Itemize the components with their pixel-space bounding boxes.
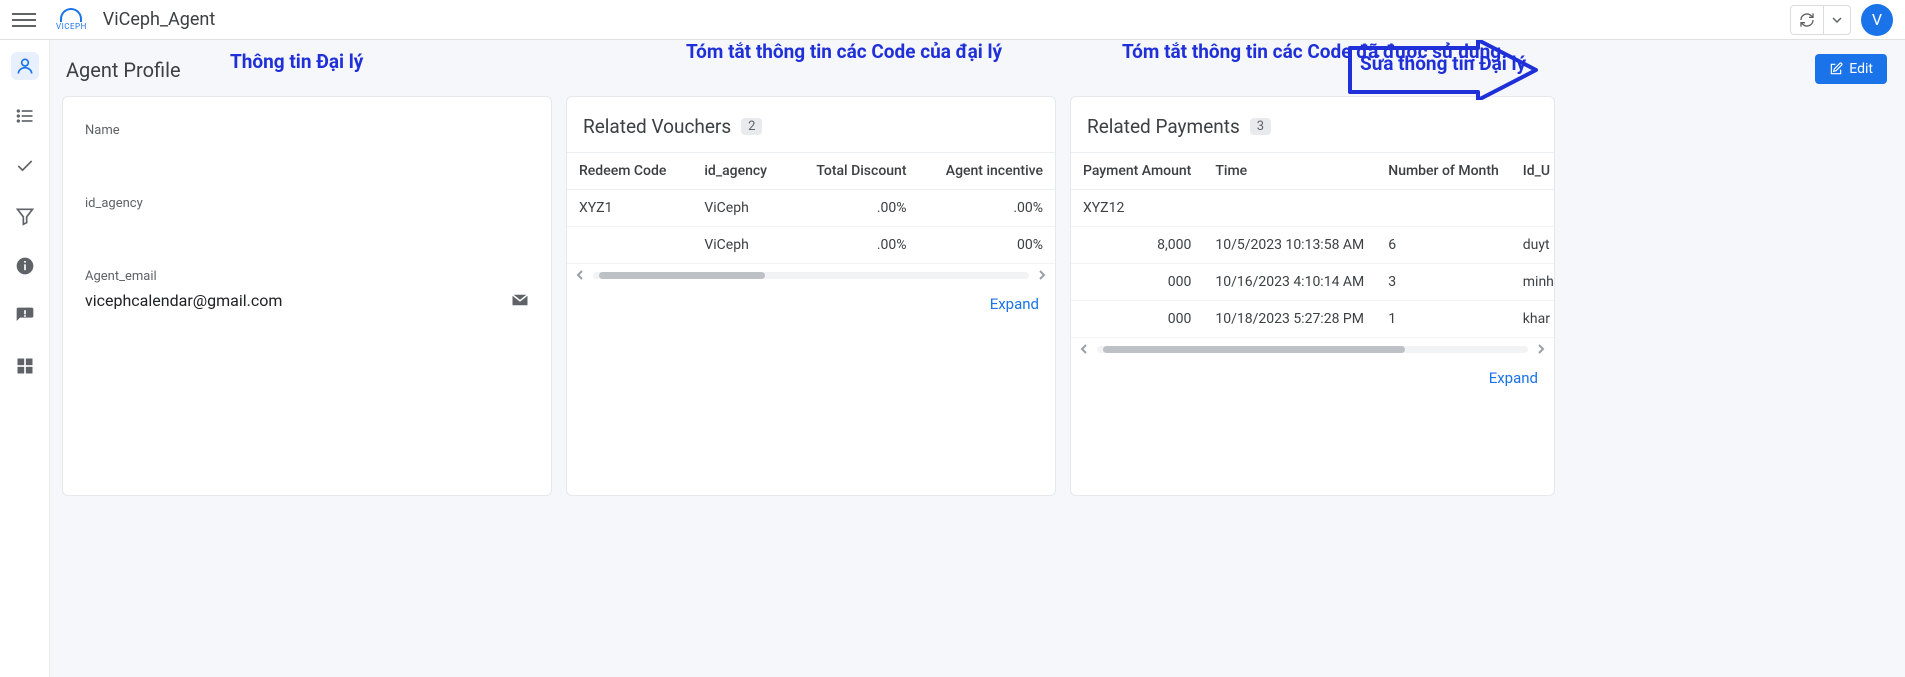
table-row[interactable]: XYZ12 <box>1071 190 1554 227</box>
id-agency-label: id_agency <box>85 196 529 211</box>
cell-months: 1 <box>1376 301 1511 338</box>
cell-amount: 000 <box>1071 264 1203 301</box>
table-row[interactable]: 8,000 10/5/2023 10:13:58 AM 6 duyt <box>1071 227 1554 264</box>
th-num-month[interactable]: Number of Month <box>1376 153 1511 190</box>
table-row[interactable]: ViCeph .00% 00% <box>567 227 1055 264</box>
main-content: Thông tin Đại lý Tóm tắt thông tin các C… <box>50 40 1905 677</box>
avatar-initial: V <box>1872 10 1882 29</box>
th-time[interactable]: Time <box>1203 153 1376 190</box>
filter-icon <box>15 206 35 226</box>
cell-code <box>567 227 692 264</box>
th-redeem-code[interactable]: Redeem Code <box>567 153 692 190</box>
email-label: Agent_email <box>85 269 529 284</box>
nav-check[interactable] <box>11 152 39 180</box>
cell-amount: 000 <box>1071 301 1203 338</box>
th-payment-amount[interactable]: Payment Amount <box>1071 153 1203 190</box>
cell-idu <box>1511 190 1554 227</box>
cell-agency: ViCeph <box>692 190 790 227</box>
cell-idu: khar <box>1511 301 1554 338</box>
nav-feedback[interactable] <box>11 302 39 330</box>
check-icon <box>15 156 35 176</box>
cell-amount: XYZ12 <box>1071 190 1203 227</box>
cell-idu: duyt <box>1511 227 1554 264</box>
cell-code: XYZ1 <box>567 190 692 227</box>
vouchers-count-badge: 2 <box>741 118 762 135</box>
cell-agency: ViCeph <box>692 227 790 264</box>
cell-time: 10/16/2023 4:10:14 AM <box>1203 264 1376 301</box>
edit-button-label: Edit <box>1849 61 1873 77</box>
side-navigation <box>0 40 50 677</box>
cell-incentive: .00% <box>919 190 1056 227</box>
payments-count-badge: 3 <box>1250 118 1271 135</box>
nav-apps[interactable] <box>11 352 39 380</box>
page-title: Agent Profile <box>66 58 181 82</box>
sync-button-group <box>1790 5 1851 35</box>
email-value: vicephcalendar@gmail.com <box>85 291 282 310</box>
chevron-right-icon <box>1536 344 1546 354</box>
chevron-left-icon <box>575 270 585 280</box>
cell-discount: .00% <box>790 190 919 227</box>
vouchers-expand-link[interactable]: Expand <box>990 295 1039 313</box>
nav-filter[interactable] <box>11 202 39 230</box>
th-total-discount[interactable]: Total Discount <box>790 153 919 190</box>
chevron-down-icon <box>1832 15 1842 25</box>
info-icon <box>15 256 35 276</box>
apps-grid-icon <box>15 356 35 376</box>
cell-amount: 8,000 <box>1071 227 1203 264</box>
vouchers-table: Redeem Code id_agency Total Discount Age… <box>567 152 1055 264</box>
vouchers-title: Related Vouchers <box>583 115 731 138</box>
payments-expand-link[interactable]: Expand <box>1489 369 1538 387</box>
payments-title: Related Payments <box>1087 115 1240 138</box>
id-agency-value <box>85 215 529 239</box>
profile-card: Name id_agency Agent_email vicephcalenda… <box>62 96 552 496</box>
th-id-u[interactable]: Id_U <box>1511 153 1554 190</box>
email-icon <box>511 293 529 307</box>
edit-icon <box>1829 62 1843 76</box>
cell-idu: minh <box>1511 264 1554 301</box>
name-label: Name <box>85 123 529 138</box>
edit-button[interactable]: Edit <box>1815 54 1887 84</box>
person-icon <box>15 56 35 76</box>
cell-time: 10/5/2023 10:13:58 AM <box>1203 227 1376 264</box>
payments-h-scrollbar[interactable] <box>1071 338 1554 358</box>
chevron-left-icon <box>1079 344 1089 354</box>
vouchers-h-scrollbar[interactable] <box>567 264 1055 284</box>
table-row[interactable]: 000 10/16/2023 4:10:14 AM 3 minh <box>1071 264 1554 301</box>
cell-incentive: 00% <box>919 227 1056 264</box>
annotation-arrow <box>1348 40 1538 100</box>
table-row[interactable]: 000 10/18/2023 5:27:28 PM 1 khar <box>1071 301 1554 338</box>
topbar: VICEPH ViCeph_Agent V <box>0 0 1905 40</box>
name-value <box>85 142 529 166</box>
table-row[interactable]: XYZ1 ViCeph .00% .00% <box>567 190 1055 227</box>
hamburger-menu-icon[interactable] <box>12 8 36 32</box>
feedback-icon <box>15 306 35 326</box>
sync-icon <box>1799 12 1815 28</box>
th-agent-incentive[interactable]: Agent incentive <box>919 153 1056 190</box>
sync-dropdown-caret[interactable] <box>1823 6 1850 34</box>
cell-discount: .00% <box>790 227 919 264</box>
th-id-agency[interactable]: id_agency <box>692 153 790 190</box>
nav-info[interactable] <box>11 252 39 280</box>
cell-time: 10/18/2023 5:27:28 PM <box>1203 301 1376 338</box>
nav-list[interactable] <box>11 102 39 130</box>
cell-months: 3 <box>1376 264 1511 301</box>
chevron-right-icon <box>1037 270 1047 280</box>
app-title: ViCeph_Agent <box>103 9 215 30</box>
app-logo: VICEPH <box>56 8 87 31</box>
user-avatar[interactable]: V <box>1861 4 1893 36</box>
payments-table: Payment Amount Time Number of Month Id_U… <box>1071 152 1554 338</box>
sync-button[interactable] <box>1791 6 1823 34</box>
list-icon <box>15 106 35 126</box>
nav-profile[interactable] <box>11 52 39 80</box>
cell-months <box>1376 190 1511 227</box>
cell-time <box>1203 190 1376 227</box>
payments-card: Related Payments 3 Payment Amount Time N… <box>1070 96 1555 496</box>
vouchers-card: Related Vouchers 2 Redeem Code id_agency… <box>566 96 1056 496</box>
cell-months: 6 <box>1376 227 1511 264</box>
